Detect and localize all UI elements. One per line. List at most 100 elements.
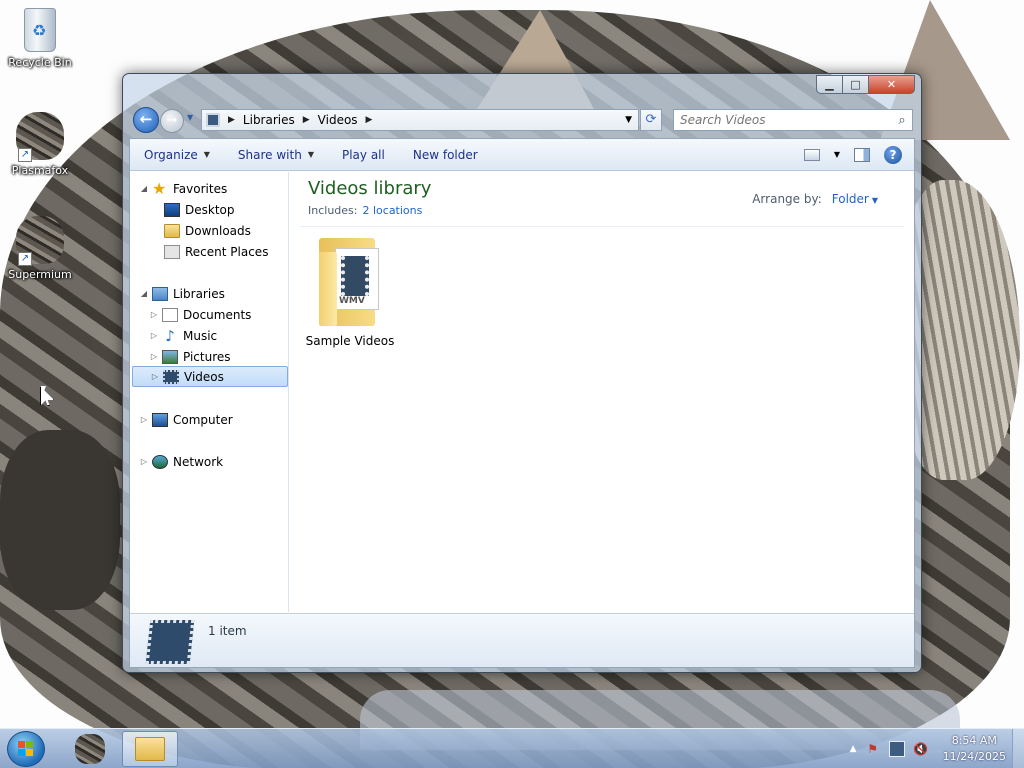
desktop-icon-plasmafox[interactable]: ↗ Plasmafox [0,112,80,177]
library-title: Videos library [308,178,432,199]
search-icon[interactable]: ⌕ [892,113,912,128]
forward-button[interactable]: → [160,109,184,133]
address-history-dropdown[interactable]: ▼ [625,115,632,125]
show-desktop-button[interactable] [1012,729,1024,768]
desktop-icon-recycle-bin[interactable]: Recycle Bin [0,8,80,69]
expand-arrow-icon[interactable]: ▷ [149,372,161,381]
collapse-arrow-icon[interactable]: ◢ [138,184,150,193]
item-count: 1 item [208,624,247,638]
tree-item-downloads[interactable]: Downloads [150,220,251,241]
arrange-by-dropdown[interactable]: Folder [832,192,869,206]
music-note-icon: ♪ [165,326,175,345]
tree-label: Recent Places [185,244,269,259]
videos-library-large-icon [145,620,195,664]
system-tray: ▲ ⚑ 🔇 8:54 AM 11/24/2025 [850,729,1006,768]
desktop-icon-label: Recycle Bin [8,56,72,69]
folder-icon [135,737,165,761]
chevron-down-icon: ▼ [203,150,210,159]
recycle-bin-icon [24,8,56,52]
desktop-icon-label: Plasmafox [11,164,69,177]
new-folder-label: New folder [412,147,478,162]
maximize-button[interactable]: □ [843,75,869,94]
back-button[interactable]: ← [133,107,159,133]
share-with-button[interactable]: Share with ▼ [224,148,328,162]
help-icon[interactable]: ? [884,145,902,164]
tree-label: Documents [183,307,252,322]
star-icon: ★ [152,178,167,198]
tree-item-music[interactable]: ▷ ♪ Music [148,325,217,346]
taskbar-explorer[interactable] [122,731,178,767]
tree-item-documents[interactable]: ▷ Documents [148,304,251,325]
search-input[interactable] [674,113,892,127]
tree-computer[interactable]: ▷ Computer [138,409,233,430]
expand-arrow-icon[interactable]: ▷ [148,331,160,340]
file-list-pane: Videos library Includes: 2 locations Arra… [290,172,914,612]
collapse-arrow-icon[interactable]: ◢ [138,289,150,298]
clock-time: 8:54 AM [951,734,997,747]
tree-label: Pictures [183,349,231,364]
search-box[interactable]: ⌕ [673,109,913,131]
change-view-icon[interactable] [803,148,820,161]
breadcrumb-videos[interactable]: Videos [318,113,358,127]
volume-muted-icon[interactable]: 🔇 [913,741,929,757]
play-all-button[interactable]: Play all [328,148,399,162]
recent-places-icon [164,244,180,259]
explorer-window: ▁ □ ✕ ← → ▼ ▶ Libraries ▶ Videos ▶ ▼ ⟳ ⌕… [122,73,922,673]
chevron-down-icon[interactable]: ▼ [872,196,878,205]
refresh-button[interactable]: ⟳ [640,109,662,131]
videos-library-icon [206,113,220,127]
tree-label: Network [173,454,224,469]
expand-arrow-icon[interactable]: ▷ [138,457,150,466]
view-options-dropdown-icon[interactable]: ▼ [834,150,840,159]
chevron-down-icon: ▼ [307,150,314,159]
libraries-icon [152,286,168,301]
pictures-icon [162,349,178,364]
tree-label: Music [183,328,218,343]
locations-link[interactable]: 2 locations [362,204,422,217]
minimize-button[interactable]: ▁ [816,75,843,94]
tree-item-recent-places[interactable]: Recent Places [150,241,268,262]
organize-button[interactable]: Organize ▼ [130,148,224,162]
cat-app-icon: ↗ [16,112,64,162]
taskbar-cat-app[interactable] [62,731,118,767]
downloads-folder-icon [164,223,180,238]
close-button[interactable]: ✕ [869,75,915,94]
computer-icon [152,412,168,427]
taskbar: ▲ ⚑ 🔇 8:54 AM 11/24/2025 [0,728,1024,768]
show-hidden-icons-icon[interactable]: ▲ [850,744,857,754]
start-button[interactable] [7,731,45,767]
navigation-bar: ← → ▼ ▶ Libraries ▶ Videos ▶ ▼ ⟳ ⌕ [129,105,915,135]
tree-item-pictures[interactable]: ▷ Pictures [148,346,231,367]
tree-label: Desktop [185,202,235,217]
tree-item-desktop[interactable]: Desktop [150,199,235,220]
preview-pane-icon[interactable] [854,147,870,162]
breadcrumb-separator-icon[interactable]: ▶ [303,115,310,125]
tree-libraries[interactable]: ◢ Libraries [138,283,225,304]
arrange-by: Arrange by: Folder ▼ [752,192,878,206]
folder-item-label: Sample Videos [305,334,395,348]
desktop-icon-supermium[interactable]: ↗ Supermium [0,216,80,281]
address-bar[interactable]: ▶ Libraries ▶ Videos ▶ ▼ [201,109,639,131]
arrange-by-label: Arrange by: [752,192,822,206]
clock[interactable]: 8:54 AM 11/24/2025 [943,733,1006,765]
tree-network[interactable]: ▷ Network [138,451,223,472]
new-folder-button[interactable]: New folder [399,148,492,162]
folder-item-sample-videos[interactable]: WMV Sample Videos [300,234,400,348]
shortcut-arrow-icon: ↗ [18,148,32,162]
expand-arrow-icon[interactable]: ▷ [138,415,150,424]
details-pane: 1 item [130,613,914,667]
breadcrumb-separator-icon[interactable]: ▶ [366,115,373,125]
breadcrumb-libraries[interactable]: Libraries [243,113,295,127]
action-center-flag-icon[interactable]: ⚑ [865,741,881,757]
tree-item-videos-selected[interactable]: ▷ Videos [132,366,288,387]
breadcrumb-separator-icon[interactable]: ▶ [228,115,235,125]
view-controls: ▼ ? [803,145,914,164]
recent-pages-dropdown[interactable]: ▼ [187,113,193,122]
tree-favorites[interactable]: ◢ ★ Favorites [138,178,227,199]
cat-app-icon: ↗ [16,216,64,266]
expand-arrow-icon[interactable]: ▷ [148,310,160,319]
share-with-label: Share with [237,147,302,162]
network-status-icon[interactable] [888,741,905,757]
wmv-badge: WMV [339,296,365,306]
expand-arrow-icon[interactable]: ▷ [148,352,160,361]
